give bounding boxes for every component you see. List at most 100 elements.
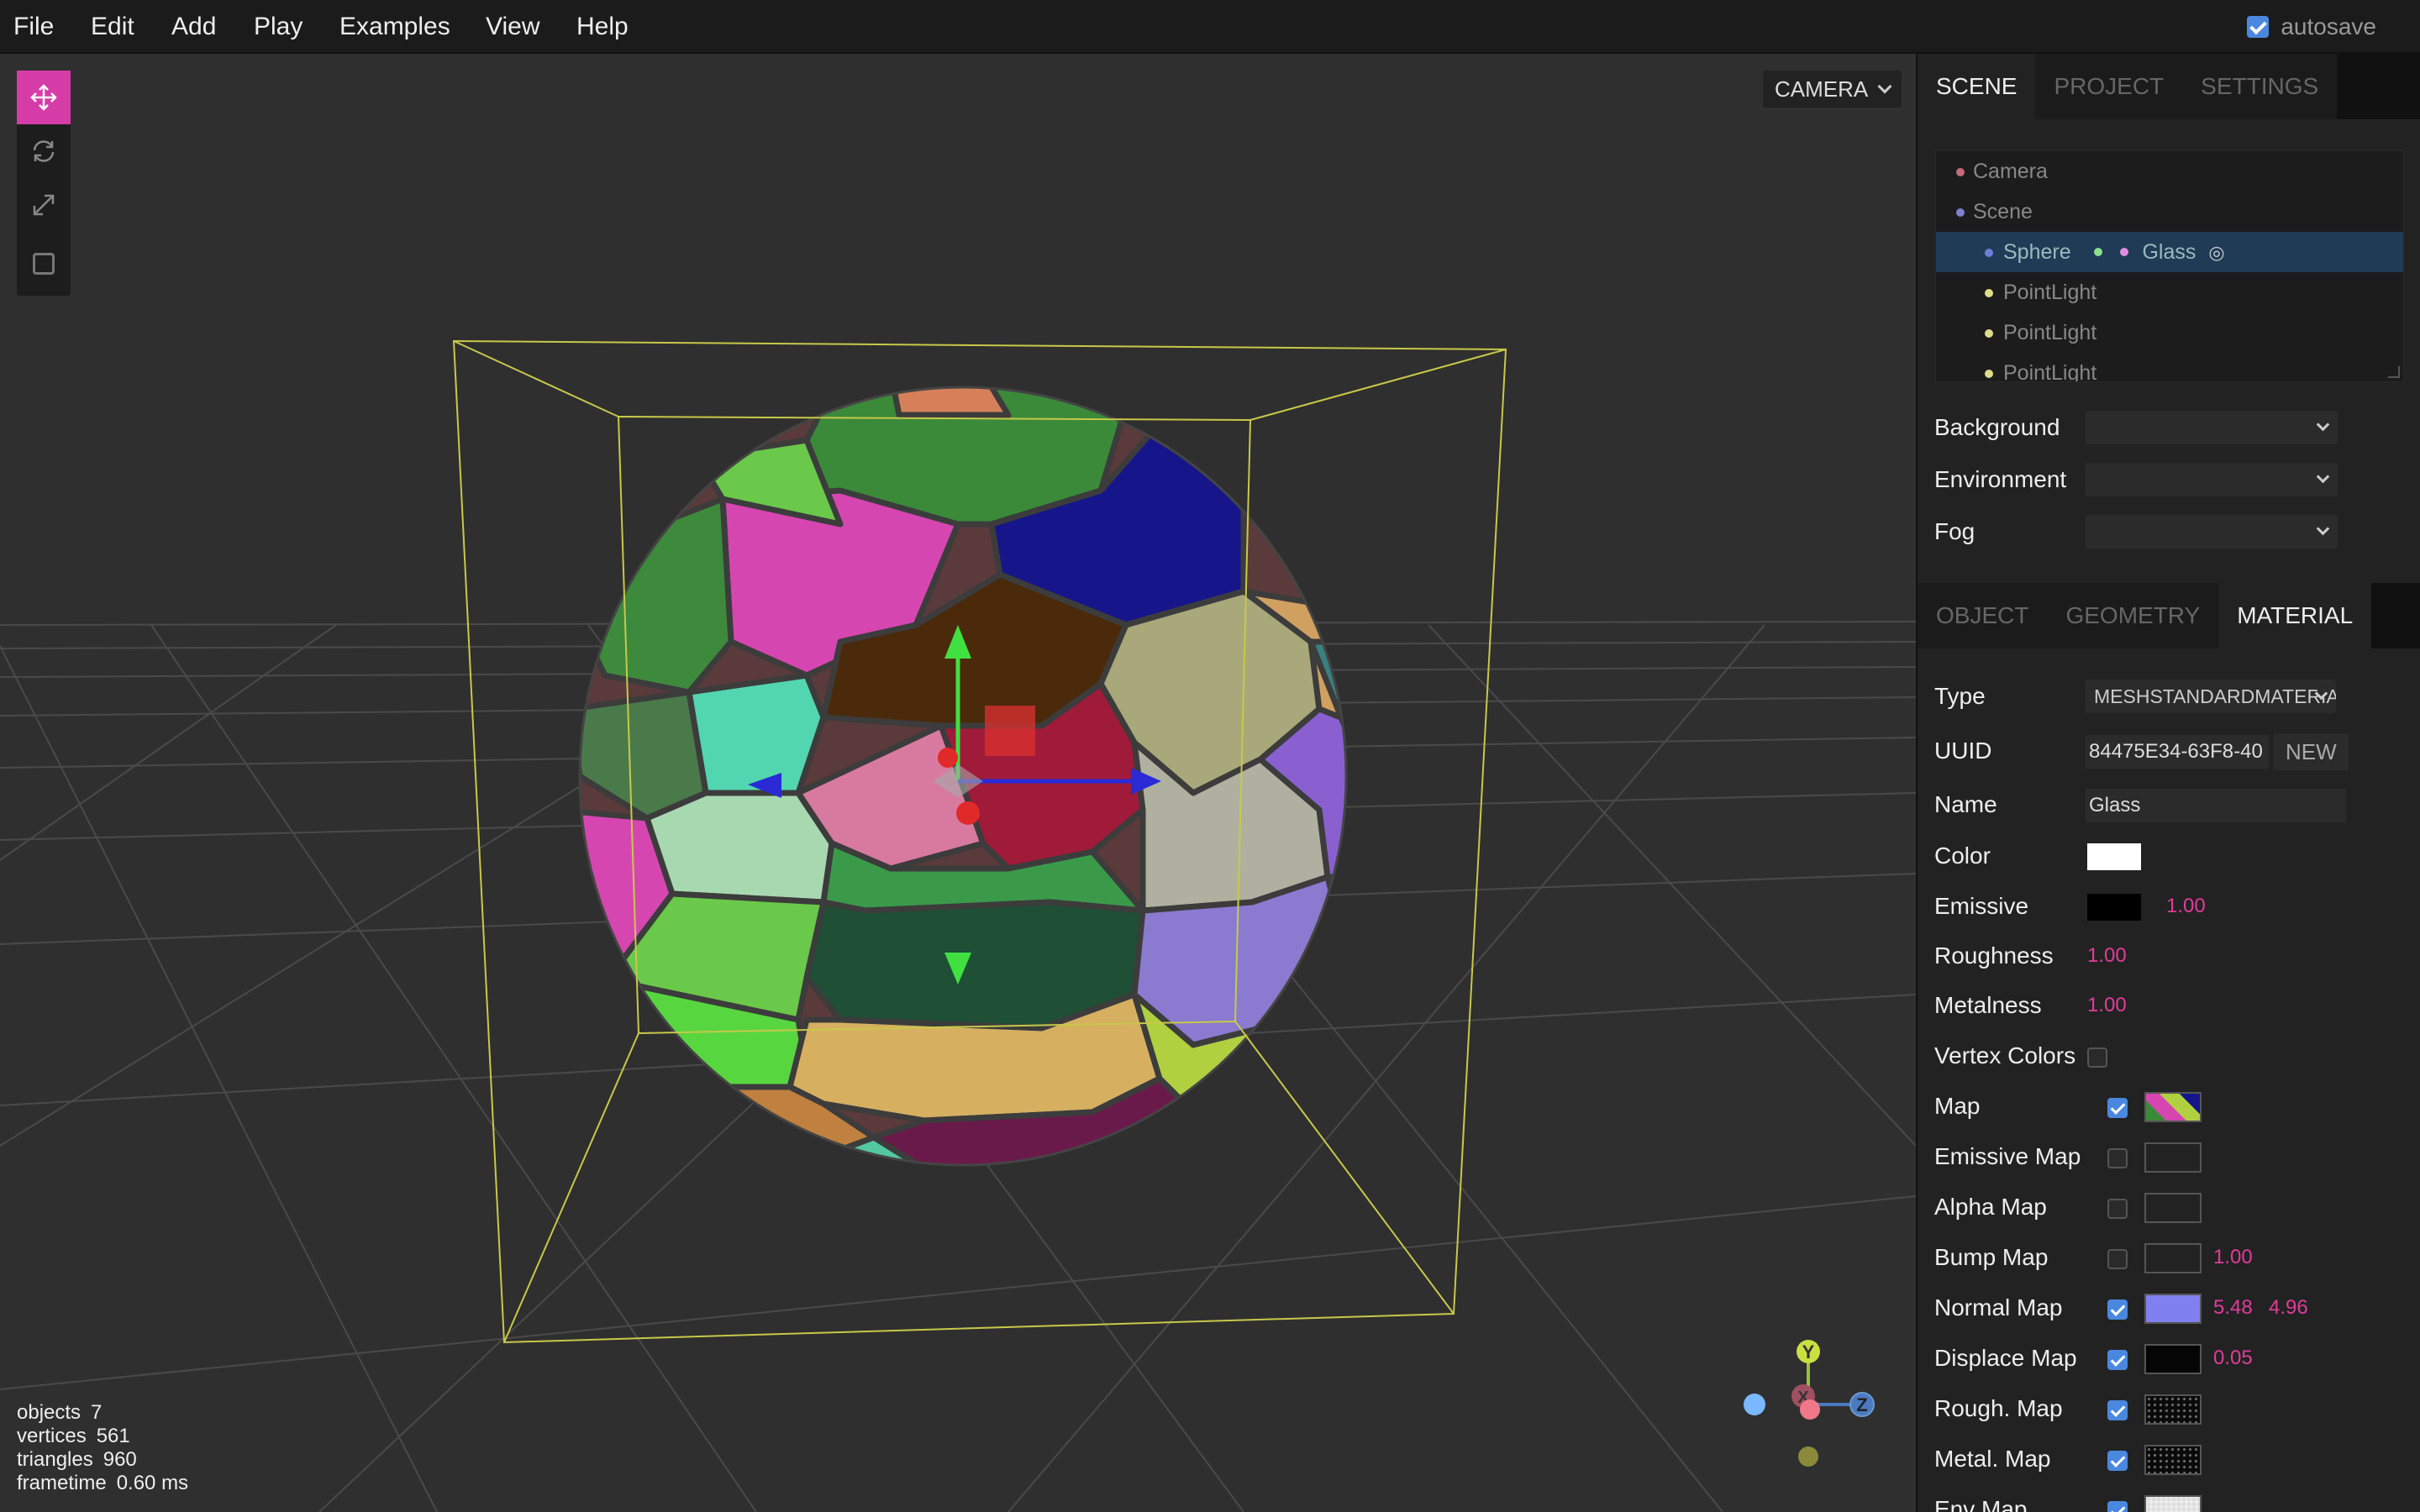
bump-map-checkbox[interactable] [2107, 1249, 2128, 1269]
axis-z-label: Z [1856, 1394, 1867, 1415]
normal-map-row: Normal Map 5.48 4.96 [1934, 1287, 2405, 1329]
map-checkbox[interactable] [2107, 1098, 2128, 1118]
outliner-item-pointlight[interactable]: PointLight [1936, 312, 2403, 353]
viewport[interactable]: Y Z X CAMERA objects 7 vertices 561 tria… [0, 54, 1916, 1512]
displace-map-row: Displace Map 0.05 [1934, 1337, 2405, 1379]
emissive-intensity[interactable]: 1.00 [2166, 885, 2206, 927]
info-vertices-label: vertices [17, 1425, 87, 1447]
translate-tool[interactable] [17, 71, 71, 124]
tab-material[interactable]: MATERIAL [2218, 583, 2372, 648]
resize-handle[interactable] [2388, 366, 2400, 378]
scene-outliner[interactable]: Camera Scene Sphere Glass ◎ PointLight P… [1934, 150, 2405, 383]
menu-examples[interactable]: Examples [339, 0, 450, 54]
normal-scale-x[interactable]: 5.48 [2213, 1287, 2253, 1329]
name-input[interactable]: Glass [2086, 789, 2346, 822]
bump-map-row: Bump Map 1.00 [1934, 1236, 2405, 1278]
outliner-item-pointlight[interactable]: PointLight [1936, 272, 2403, 312]
info-objects-value: 7 [91, 1401, 103, 1424]
tab-object[interactable]: OBJECT [1918, 583, 2047, 648]
light-dot [1985, 289, 1993, 297]
metal-map-thumb[interactable] [2144, 1445, 2202, 1475]
metal-map-row: Metal. Map [1934, 1438, 2405, 1480]
normal-scale-y[interactable]: 4.96 [2269, 1287, 2308, 1329]
outliner-label: PointLight [2003, 281, 2097, 304]
tab-project[interactable]: PROJECT [2035, 54, 2182, 119]
displace-map-thumb[interactable] [2144, 1344, 2202, 1374]
normal-map-thumb[interactable] [2144, 1294, 2202, 1324]
roughness-value[interactable]: 1.00 [2087, 935, 2127, 977]
axis-y-label: Y [1802, 1341, 1815, 1362]
menu-file[interactable]: File [13, 0, 54, 54]
rough-map-label: Rough. Map [1934, 1395, 2063, 1421]
light-dot [1985, 370, 1993, 378]
alpha-map-thumb[interactable] [2144, 1193, 2202, 1223]
roughness-row: Roughness 1.00 [1934, 935, 2405, 977]
properties-tabs: OBJECT GEOMETRY MATERIAL [1918, 583, 2420, 648]
tab-scene[interactable]: SCENE [1918, 54, 2036, 119]
emissive-label: Emissive [1934, 893, 2029, 919]
menu-play[interactable]: Play [254, 0, 302, 54]
tab-settings[interactable]: SETTINGS [2182, 54, 2337, 119]
environment-select[interactable] [2086, 463, 2338, 496]
normal-map-checkbox[interactable] [2107, 1299, 2128, 1320]
outliner-item-pointlight[interactable]: PointLight [1936, 353, 2403, 381]
scale-tool[interactable] [17, 178, 71, 232]
alpha-map-checkbox[interactable] [2107, 1199, 2128, 1219]
menu-add[interactable]: Add [171, 0, 216, 54]
fog-select[interactable] [2086, 515, 2338, 549]
environment-label: Environment [1934, 466, 2067, 492]
transform-toolbar [17, 71, 71, 296]
vertex-colors-row: Vertex Colors [1934, 1035, 2405, 1077]
env-map-thumb[interactable] [2144, 1495, 2202, 1512]
local-space-toggle[interactable] [17, 232, 71, 296]
rough-map-row: Rough. Map [1934, 1388, 2405, 1430]
render-info: objects 7 vertices 561 triangles 960 framet… [17, 1401, 188, 1495]
metalness-label: Metalness [1934, 992, 2042, 1018]
env-map-checkbox[interactable] [2107, 1501, 2128, 1512]
rotate-tool[interactable] [17, 124, 71, 178]
map-label: Map [1934, 1093, 1981, 1119]
rough-map-checkbox[interactable] [2107, 1400, 2128, 1420]
map-texture-thumb[interactable] [2144, 1092, 2202, 1122]
info-triangles-label: triangles [17, 1448, 93, 1471]
autosave-label: autosave [2281, 13, 2376, 39]
metalness-row: Metalness 1.00 [1934, 984, 2405, 1026]
uuid-input[interactable]: 84475E34-63F8-40 [2086, 735, 2269, 769]
emissive-map-thumb[interactable] [2144, 1142, 2202, 1173]
bump-scale[interactable]: 1.00 [2213, 1236, 2253, 1278]
color-row: Color [1934, 835, 2405, 877]
material-type-select[interactable]: MESHSTANDARDMATERIAL [2086, 680, 2336, 713]
rotate-icon [33, 140, 55, 162]
outliner-item-camera[interactable]: Camera [1936, 151, 2403, 192]
camera-select[interactable]: CAMERA [1763, 71, 1902, 108]
autosave-toggle[interactable]: autosave [2247, 0, 2376, 54]
autosave-checkbox[interactable] [2247, 16, 2270, 38]
metalness-value[interactable]: 1.00 [2087, 984, 2127, 1026]
material-type-value: MESHSTANDARDMATERIAL [2094, 685, 2336, 707]
emissive-swatch[interactable] [2087, 894, 2141, 921]
outliner-item-scene[interactable]: Scene [1936, 192, 2403, 232]
roughness-label: Roughness [1934, 942, 2054, 969]
menu-help[interactable]: Help [576, 0, 629, 54]
outliner-item-sphere[interactable]: Sphere Glass ◎ [1936, 232, 2403, 272]
rough-map-thumb[interactable] [2144, 1394, 2202, 1425]
chevron-down-icon [2316, 522, 2330, 536]
background-select[interactable] [2086, 411, 2338, 444]
emissive-map-checkbox[interactable] [2107, 1148, 2128, 1168]
uuid-new-button[interactable]: NEW [2274, 733, 2349, 770]
bump-map-thumb[interactable] [2144, 1243, 2202, 1273]
tab-geometry[interactable]: GEOMETRY [2047, 583, 2218, 648]
scene-canvas[interactable]: Y Z X [0, 54, 1916, 1512]
local-checkbox[interactable] [33, 253, 55, 275]
alpha-map-row: Alpha Map [1934, 1186, 2405, 1228]
uuid-row: UUID 84475E34-63F8-40 NEW [1934, 730, 2405, 772]
displace-map-checkbox[interactable] [2107, 1350, 2128, 1370]
menu-view[interactable]: View [486, 0, 539, 54]
displace-scale[interactable]: 0.05 [2213, 1337, 2253, 1379]
metal-map-checkbox[interactable] [2107, 1451, 2128, 1471]
vertex-colors-checkbox[interactable] [2087, 1047, 2107, 1068]
info-frametime-label: frametime [17, 1472, 107, 1494]
menu-edit[interactable]: Edit [91, 0, 134, 54]
color-swatch[interactable] [2087, 843, 2141, 870]
info-objects-label: objects [17, 1401, 82, 1424]
